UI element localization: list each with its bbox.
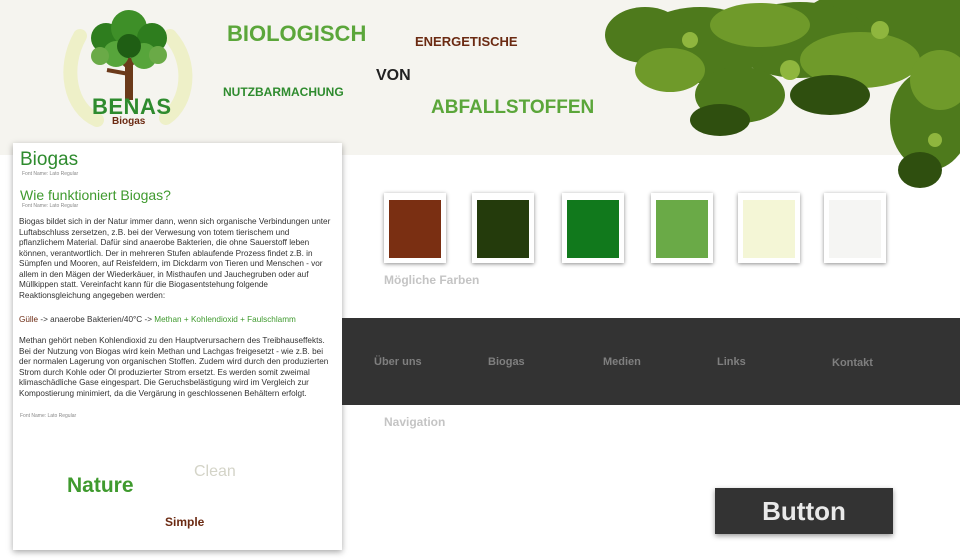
color-swatch-brown[interactable] [384,193,446,263]
formula-process: -> anaerobe Bakterien/40°C -> [38,315,155,324]
formula-plus: + [181,315,191,324]
swatch-fill [829,200,881,258]
card-subtitle: Wie funktioniert Biogas? [20,187,171,203]
reaction-formula: Gülle -> anaerobe Bakterien/40°C -> Meth… [19,315,296,324]
nav-item-kontakt[interactable]: Kontakt [832,357,873,369]
keyword-simple: Simple [165,515,205,529]
card-paragraph-intro: Biogas bildet sich in der Natur immer da… [19,217,331,300]
tree-foliage-image [605,0,960,188]
formula-output-co2: Kohlendioxid [190,315,238,324]
formula-input: Gülle [19,315,39,324]
color-swatch-light-green[interactable] [651,193,713,263]
headline-word-nutzbarmachung: NUTZBARMACHUNG [223,85,344,99]
formula-output-methane: Methan [154,315,182,324]
font-note: Font Name: Lato Regular [22,203,79,209]
nav-item-links[interactable]: Links [717,356,746,368]
nav-item-medien[interactable]: Medien [603,356,641,368]
color-swatch-green[interactable] [562,193,624,263]
card-title: Biogas [20,149,79,170]
benas-logo[interactable]: BENAS Biogas [62,8,197,130]
color-swatch-off-white[interactable] [824,193,886,263]
content-card: Biogas Font Name: Lato Regular Wie funkt… [13,143,342,550]
formula-plus: + [237,315,248,324]
nav-item-ueber-uns[interactable]: Über uns [374,356,422,368]
color-swatch-dark-green[interactable] [472,193,534,263]
navigation-caption: Navigation [384,415,446,429]
headline-word-energetische: ENERGETISCHE [415,34,518,49]
font-note: Font Name: Lato Regular [20,413,77,419]
swatch-fill [743,200,795,258]
palette-caption: Mögliche Farben [384,273,480,287]
font-note: Font Name: Lato Regular [22,171,79,177]
formula-output-sludge: Faulschlamm [247,315,296,324]
headline-word-von: VON [376,67,411,84]
logo-subtitle: Biogas [112,116,146,127]
headline-word-biologisch: BIOLOGISCH [227,21,367,46]
color-swatch-cream[interactable] [738,193,800,263]
sample-button[interactable]: Button [715,488,893,534]
keyword-clean: Clean [194,463,236,480]
swatch-fill [477,200,529,258]
swatch-fill [567,200,619,258]
keyword-nature: Nature [67,474,134,497]
swatch-fill [656,200,708,258]
nav-item-biogas[interactable]: Biogas [488,356,525,368]
card-paragraph-body: Methan gehört neben Kohlendioxid zu den … [19,336,329,398]
swatch-fill [389,200,441,258]
